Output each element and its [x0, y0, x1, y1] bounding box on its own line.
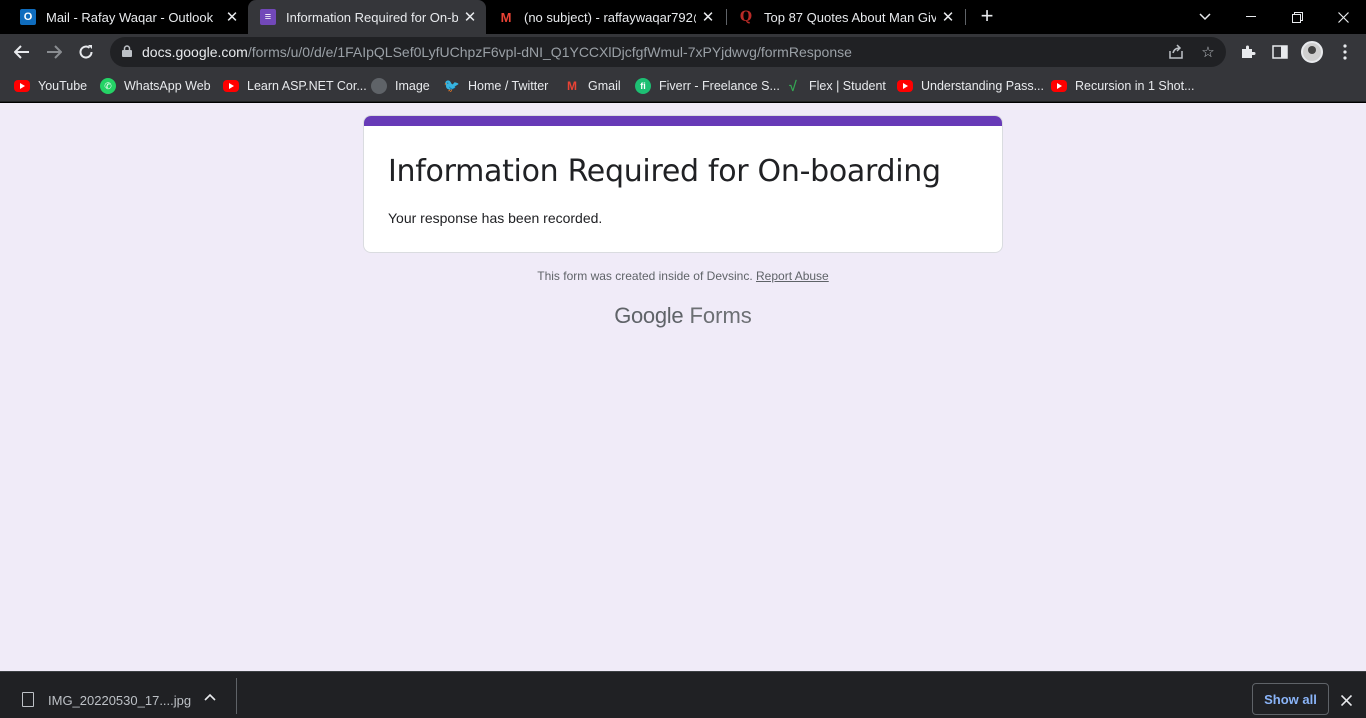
- form-title: Information Required for On-boarding: [388, 154, 941, 189]
- extensions-puzzle-icon[interactable]: [1236, 40, 1260, 64]
- fiverr-icon: fi: [635, 78, 651, 94]
- bookmark-star-icon[interactable]: ☆: [1198, 42, 1218, 62]
- more-menu-icon[interactable]: [1333, 40, 1357, 64]
- report-abuse-link[interactable]: Report Abuse: [756, 269, 829, 283]
- bookmark-understanding[interactable]: Understanding Pass...: [897, 76, 1044, 96]
- tab-separator: [965, 9, 966, 25]
- google-wordmark: Google: [614, 303, 684, 328]
- tab-gmail[interactable]: M (no subject) - raffaywaqar792@g ✕: [486, 0, 724, 34]
- gmail-icon: M: [500, 9, 512, 25]
- url-host: docs.google.com: [142, 44, 248, 60]
- bookmark-flex[interactable]: √ Flex | Student: [785, 76, 886, 96]
- youtube-icon: [223, 80, 239, 92]
- globe-icon: [371, 78, 387, 94]
- share-icon[interactable]: [1166, 42, 1186, 62]
- url-path: /forms/u/0/d/e/1FAIpQLSef0LyfUChpzF6vpl-…: [247, 44, 852, 60]
- quora-icon: Q: [739, 9, 753, 25]
- bookmark-fiverr[interactable]: fi Fiverr - Freelance S...: [635, 76, 780, 96]
- whatsapp-icon: ✆: [100, 78, 116, 94]
- bookmarks-bar: YouTube ✆ WhatsApp Web Learn ASP.NET Cor.…: [0, 70, 1366, 102]
- bookmark-label: Understanding Pass...: [921, 79, 1044, 93]
- form-footer: This form was created inside of Devsinc.…: [0, 269, 1366, 283]
- back-button[interactable]: [8, 38, 36, 66]
- download-separator: [236, 678, 237, 714]
- tab-title: Top 87 Quotes About Man Giving: [764, 9, 936, 25]
- download-filename[interactable]: IMG_20220530_17....jpg: [48, 693, 191, 708]
- form-confirmation-card: Information Required for On-boarding You…: [363, 115, 1003, 253]
- new-tab-button[interactable]: +: [975, 4, 999, 28]
- tab-search-chevron-icon[interactable]: [1182, 0, 1228, 34]
- address-bar[interactable]: docs.google.com/forms/u/0/d/e/1FAIpQLSef…: [110, 37, 1226, 67]
- download-bar: IMG_20220530_17....jpg Show all: [0, 671, 1366, 718]
- profile-avatar[interactable]: [1301, 41, 1323, 63]
- tab-title: Mail - Rafay Waqar - Outlook: [46, 9, 214, 25]
- close-tab-icon[interactable]: ✕: [458, 8, 482, 26]
- tab-title: (no subject) - raffaywaqar792@g: [524, 9, 696, 25]
- bookmark-label: Image: [395, 79, 430, 93]
- close-tab-icon[interactable]: ✕: [696, 8, 720, 26]
- bookmark-youtube[interactable]: YouTube: [14, 76, 87, 96]
- bookmark-gmail[interactable]: M Gmail: [564, 76, 621, 96]
- youtube-icon: [897, 80, 913, 92]
- bookmark-recursion[interactable]: Recursion in 1 Shot...: [1051, 76, 1195, 96]
- youtube-icon: [1051, 80, 1067, 92]
- bookmark-label: Learn ASP.NET Cor...: [247, 79, 367, 93]
- close-download-bar-icon[interactable]: [1336, 690, 1356, 710]
- tab-strip: O Mail - Rafay Waqar - Outlook ✕ ≡ Infor…: [0, 0, 1366, 34]
- outlook-icon: O: [20, 9, 36, 25]
- reload-button[interactable]: [72, 38, 100, 66]
- browser-toolbar: docs.google.com/forms/u/0/d/e/1FAIpQLSef…: [0, 34, 1366, 70]
- close-tab-icon[interactable]: ✕: [936, 8, 960, 26]
- restore-icon[interactable]: [1274, 0, 1320, 34]
- tab-outlook[interactable]: O Mail - Rafay Waqar - Outlook ✕: [8, 0, 248, 34]
- file-icon: [22, 692, 34, 707]
- response-recorded-message: Your response has been recorded.: [388, 210, 603, 226]
- gmail-icon: M: [567, 79, 577, 93]
- close-window-icon[interactable]: [1320, 0, 1366, 34]
- side-panel-icon[interactable]: [1268, 40, 1292, 64]
- google-forms-icon: ≡: [260, 9, 276, 25]
- tab-title: Information Required for On-boa: [286, 9, 458, 25]
- bookmark-label: Fiverr - Freelance S...: [659, 79, 780, 93]
- flex-icon: √: [789, 78, 797, 94]
- tab-quora[interactable]: Q Top 87 Quotes About Man Giving ✕: [726, 0, 964, 34]
- created-inside-text: This form was created inside of Devsinc.: [537, 269, 753, 283]
- page-content: Information Required for On-boarding You…: [0, 103, 1366, 671]
- google-forms-logo[interactable]: Google Forms: [0, 303, 1366, 329]
- bookmark-label: Recursion in 1 Shot...: [1075, 79, 1195, 93]
- url-text[interactable]: docs.google.com/forms/u/0/d/e/1FAIpQLSef…: [142, 44, 852, 60]
- bookmark-label: Home / Twitter: [468, 79, 549, 93]
- chevron-up-icon[interactable]: [204, 688, 216, 704]
- bookmark-image[interactable]: Image: [371, 76, 430, 96]
- youtube-icon: [14, 80, 30, 92]
- bookmark-label: Flex | Student: [809, 79, 886, 93]
- card-accent-bar: [364, 116, 1002, 126]
- minimize-icon[interactable]: [1228, 0, 1274, 34]
- bookmark-label: Gmail: [588, 79, 621, 93]
- bookmark-label: YouTube: [38, 79, 88, 93]
- lock-icon[interactable]: [122, 45, 132, 57]
- tab-google-forms[interactable]: ≡ Information Required for On-boa ✕: [248, 0, 486, 34]
- forward-button[interactable]: [40, 38, 68, 66]
- twitter-icon: 🐦: [443, 78, 461, 93]
- bookmark-aspnet[interactable]: Learn ASP.NET Cor...: [223, 76, 367, 96]
- close-tab-icon[interactable]: ✕: [220, 8, 244, 26]
- show-all-button[interactable]: Show all: [1252, 683, 1329, 715]
- bookmark-whatsapp[interactable]: ✆ WhatsApp Web: [100, 76, 211, 96]
- bookmark-label: WhatsApp Web: [124, 79, 211, 93]
- forms-wordmark: Forms: [689, 303, 752, 328]
- bookmark-twitter[interactable]: 🐦 Home / Twitter: [444, 76, 548, 96]
